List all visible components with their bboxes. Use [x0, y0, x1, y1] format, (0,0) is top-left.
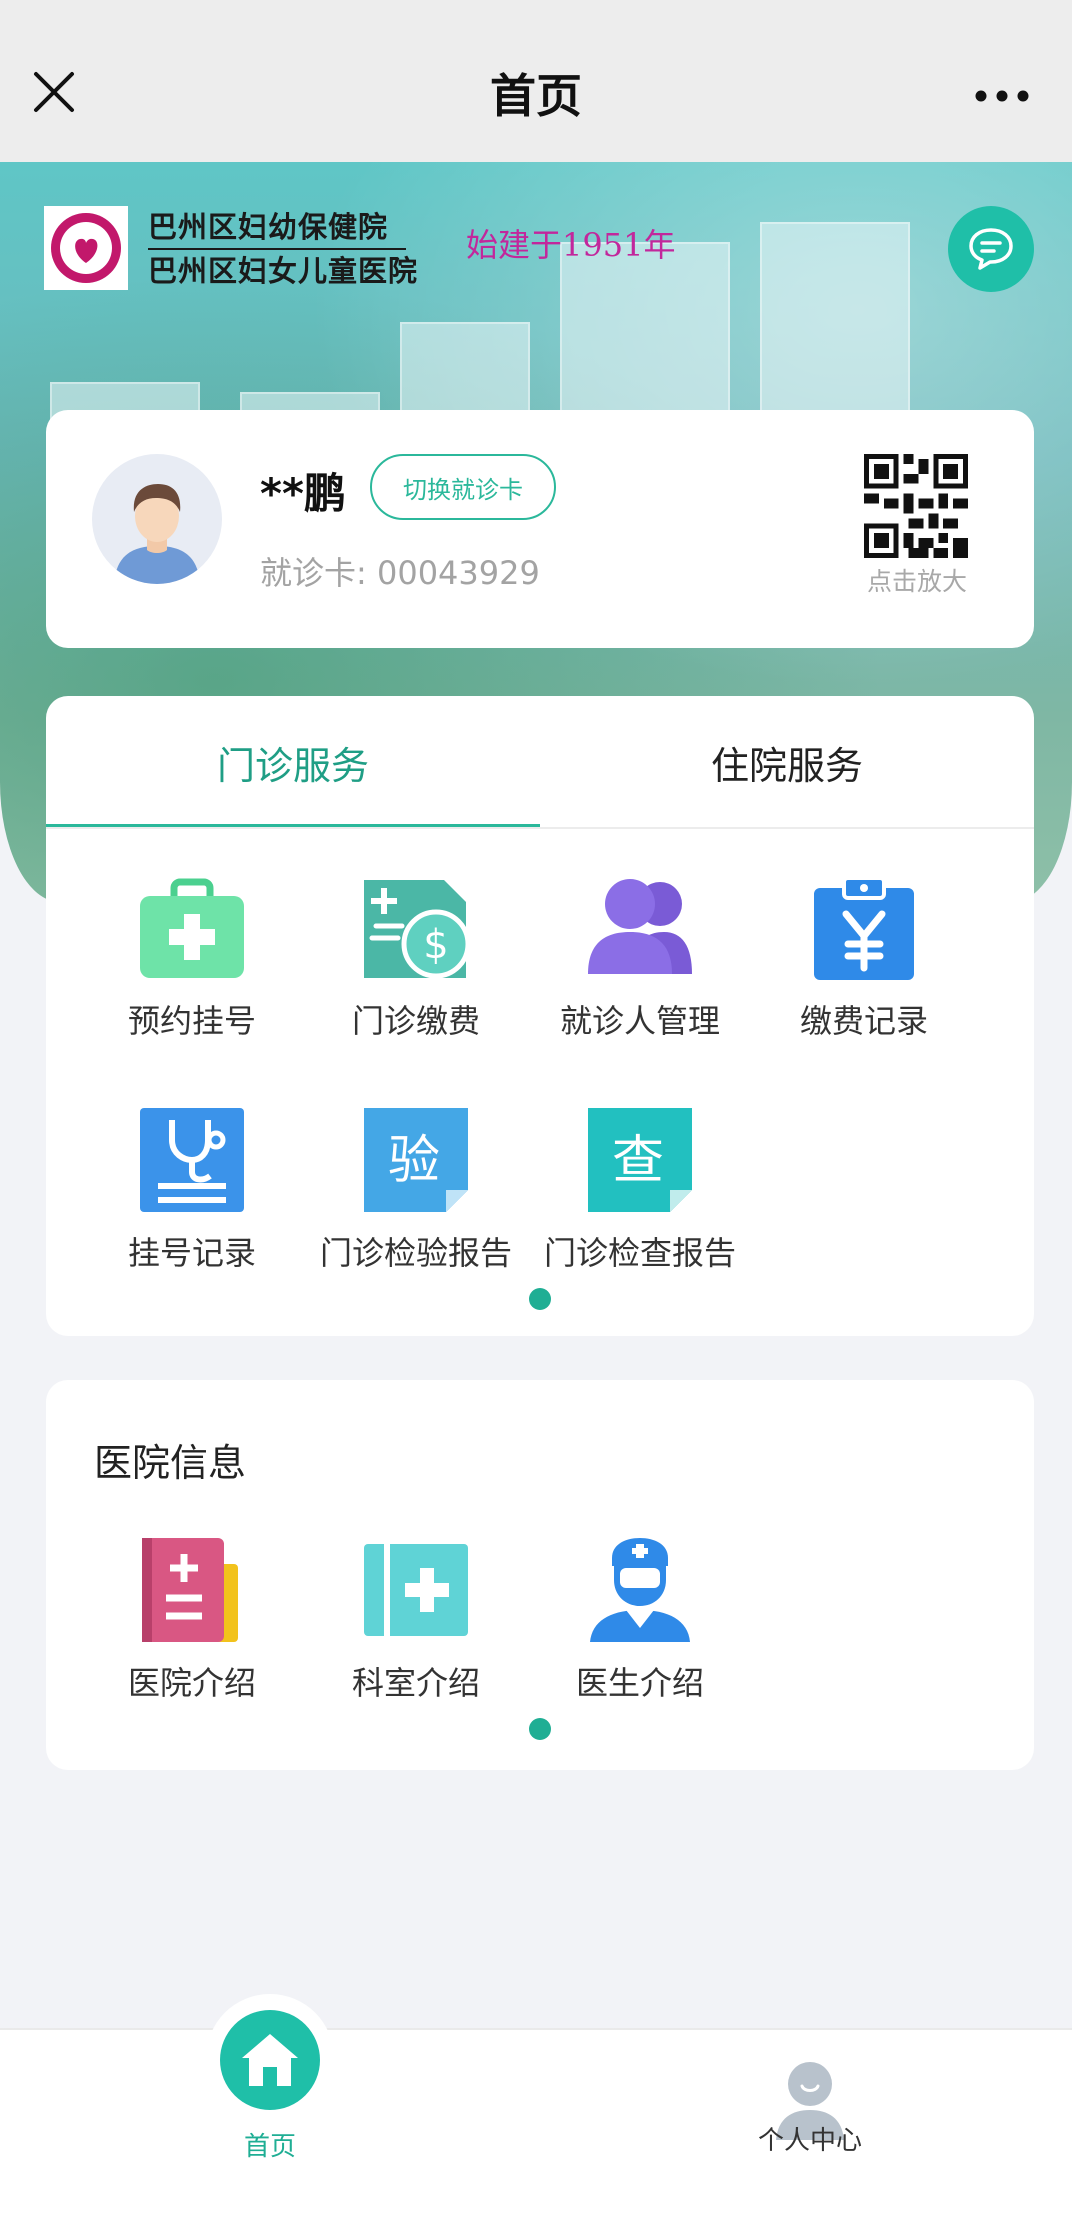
nav-me-label[interactable]: 个人中心	[740, 2120, 880, 2157]
services-page-indicator	[529, 1288, 551, 1310]
stethoscope-icon	[138, 1106, 246, 1214]
department-icon	[362, 1536, 470, 1644]
qr-code-icon[interactable]	[864, 454, 968, 558]
info-doctor-intro[interactable]: 医生介绍	[528, 1536, 752, 1716]
hospital-info-panel: 医院信息 医院介绍 科室介绍 医生介绍	[46, 1380, 1034, 1770]
top-bar: 首页	[0, 0, 1072, 162]
info-hospital-intro[interactable]: 医院介绍	[80, 1536, 304, 1716]
lab-report-icon: 验	[362, 1106, 470, 1214]
info-label: 医生介绍	[575, 1664, 704, 1702]
card-number-label: 就诊卡:	[260, 554, 367, 592]
hospital-info-title: 医院信息	[94, 1441, 247, 1485]
service-registration-records[interactable]: 挂号记录	[80, 1106, 304, 1286]
home-icon	[242, 2034, 298, 2086]
service-lab-report[interactable]: 验 门诊检验报告	[304, 1106, 528, 1286]
tab-outpatient-services[interactable]: 门诊服务	[46, 696, 540, 828]
service-payment-records[interactable]: 缴费记录	[752, 874, 976, 1054]
hospital-name-primary: 巴州区妇幼保健院	[148, 210, 389, 244]
doctor-icon	[586, 1536, 694, 1644]
service-label: 门诊检查报告	[543, 1234, 736, 1272]
switch-card-button[interactable]: 切换就诊卡	[370, 454, 556, 520]
background-building	[560, 242, 730, 422]
page-title: 首页	[490, 69, 582, 123]
hospital-name-secondary: 巴州区妇女儿童医院	[148, 254, 419, 288]
chat-button[interactable]	[948, 206, 1034, 292]
info-department-intro[interactable]: 科室介绍	[304, 1536, 528, 1716]
service-appointment[interactable]: 预约挂号	[80, 874, 304, 1054]
service-outpatient-payment[interactable]: $ 门诊缴费	[304, 874, 528, 1054]
yen-clipboard-icon	[810, 874, 918, 982]
svg-text:$: $	[423, 922, 448, 968]
bottom-nav: 首页 个人中心	[0, 1994, 1072, 2230]
service-patient-management[interactable]: 就诊人管理	[528, 874, 752, 1054]
tab-divider	[46, 827, 1034, 829]
patient-card: **鹏 切换就诊卡 就诊卡: 00043929 点击放大	[46, 410, 1034, 648]
avatar	[92, 454, 222, 584]
more-icon	[975, 90, 1029, 102]
service-exam-report[interactable]: 查 门诊检查报告	[528, 1106, 752, 1286]
hospital-book-icon	[138, 1536, 246, 1644]
tab-inpatient-services[interactable]: 住院服务	[540, 696, 1034, 828]
hospital-logo	[44, 206, 128, 290]
qr-caption: 点击放大	[866, 567, 967, 596]
services-panel: 门诊服务 住院服务 预约挂号 $ 门诊缴费 就诊人管理 缴费记录 挂号记录 验 …	[46, 696, 1034, 1336]
more-button[interactable]	[970, 64, 1034, 128]
card-number-row: 就诊卡: 00043929	[260, 548, 540, 594]
chat-bubble-icon	[969, 228, 1013, 270]
payment-icon: $	[362, 874, 470, 982]
hospital-names: 巴州区妇幼保健院 巴州区妇女儿童医院	[148, 206, 418, 292]
service-label: 缴费记录	[799, 1002, 928, 1040]
exam-report-icon: 查	[586, 1106, 694, 1214]
nav-home-button[interactable]	[220, 2010, 320, 2110]
medical-kit-icon	[138, 874, 246, 982]
svg-text:查: 查	[612, 1131, 664, 1191]
info-page-indicator	[529, 1718, 551, 1740]
patients-icon	[586, 874, 694, 982]
background-building	[760, 222, 910, 442]
founded-text: 始建于1951年	[466, 226, 676, 264]
patient-name: **鹏	[260, 469, 346, 518]
card-number-value: 00043929	[376, 554, 540, 592]
svg-text:验: 验	[388, 1131, 440, 1191]
nav-home-label[interactable]: 首页	[200, 2126, 340, 2163]
